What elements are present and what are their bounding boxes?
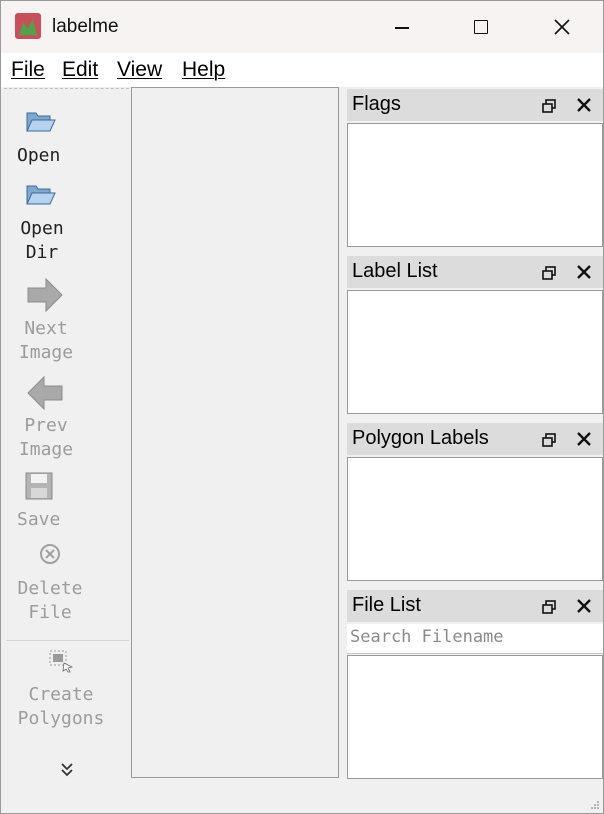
chevron-double-down-icon[interactable]	[60, 762, 74, 778]
open-button[interactable]: Open	[4, 105, 129, 167]
floppy-disk-icon	[25, 472, 53, 500]
labelme-app-icon	[15, 13, 41, 39]
label-list-dock-title: Label List	[352, 260, 438, 282]
float-icon[interactable]	[541, 599, 557, 615]
title-bar[interactable]: labelme	[1, 1, 603, 53]
open-dir-button[interactable]: Open Dir	[4, 178, 129, 263]
folder-open-icon	[26, 112, 56, 132]
next-image-button[interactable]: Next Image	[4, 277, 129, 363]
minimize-icon	[395, 27, 409, 29]
next-image-label: Next Image	[18, 318, 74, 363]
file-list-dock: File List Search Filename	[347, 590, 603, 779]
close-icon[interactable]	[575, 597, 593, 615]
open-label: Open	[17, 145, 61, 166]
float-icon[interactable]	[541, 265, 557, 281]
float-icon[interactable]	[541, 98, 557, 114]
maximize-icon	[474, 20, 488, 34]
menu-help[interactable]: Help	[182, 58, 225, 82]
minimize-button[interactable]	[361, 1, 441, 53]
polygon-labels-dock: Polygon Labels	[347, 423, 603, 581]
float-icon[interactable]	[541, 432, 557, 448]
file-list-dock-title: File List	[352, 594, 421, 616]
menu-file[interactable]: File	[11, 58, 45, 82]
prev-image-label: Prev Image	[18, 415, 74, 460]
toolbar-separator	[6, 640, 129, 641]
menu-view[interactable]: View	[117, 58, 162, 82]
prev-image-button[interactable]: Prev Image	[4, 375, 129, 460]
delete-file-label: Delete File	[17, 578, 83, 623]
menu-bar: File Edit View Help	[1, 53, 603, 87]
flags-list[interactable]	[347, 123, 603, 247]
search-filename-input[interactable]: Search Filename	[347, 624, 603, 654]
resize-grip-icon[interactable]	[590, 800, 600, 810]
file-list[interactable]	[347, 655, 603, 779]
flags-dock-header[interactable]: Flags	[347, 89, 603, 121]
delete-icon	[40, 544, 60, 564]
menu-edit[interactable]: Edit	[62, 58, 98, 82]
flags-dock: Flags	[347, 89, 603, 247]
arrow-left-icon	[27, 375, 63, 411]
maximize-button[interactable]	[441, 1, 521, 53]
label-list-dock: Label List	[347, 256, 603, 414]
create-polygons-button[interactable]: Create Polygons	[4, 649, 129, 734]
save-button[interactable]: Save	[4, 471, 129, 533]
folder-open-icon	[26, 185, 56, 205]
image-canvas[interactable]	[131, 87, 339, 778]
close-icon[interactable]	[575, 96, 593, 114]
save-label: Save	[17, 509, 61, 530]
create-polygon-icon	[49, 650, 74, 673]
polygon-labels-dock-title: Polygon Labels	[352, 427, 489, 449]
label-list[interactable]	[347, 290, 603, 414]
polygon-labels-list[interactable]	[347, 457, 603, 581]
close-icon[interactable]	[575, 430, 593, 448]
status-bar	[1, 779, 603, 813]
tools-toolbar: Open Open Dir Next Image Prev Image Save…	[4, 88, 129, 779]
flags-dock-title: Flags	[352, 93, 401, 115]
window-title: labelme	[52, 16, 119, 37]
close-icon	[554, 19, 570, 35]
file-list-dock-header[interactable]: File List	[347, 590, 603, 622]
close-icon[interactable]	[575, 263, 593, 281]
open-dir-label: Open Dir	[20, 218, 64, 263]
delete-file-button[interactable]: Delete File	[4, 543, 129, 623]
create-polygons-label: Create Polygons	[17, 684, 105, 729]
label-list-dock-header[interactable]: Label List	[347, 256, 603, 288]
close-window-button[interactable]	[521, 1, 601, 53]
polygon-labels-dock-header[interactable]: Polygon Labels	[347, 423, 603, 455]
labelme-window: labelme File Edit View Help Open Open Di…	[0, 0, 604, 814]
arrow-right-icon	[27, 277, 63, 313]
